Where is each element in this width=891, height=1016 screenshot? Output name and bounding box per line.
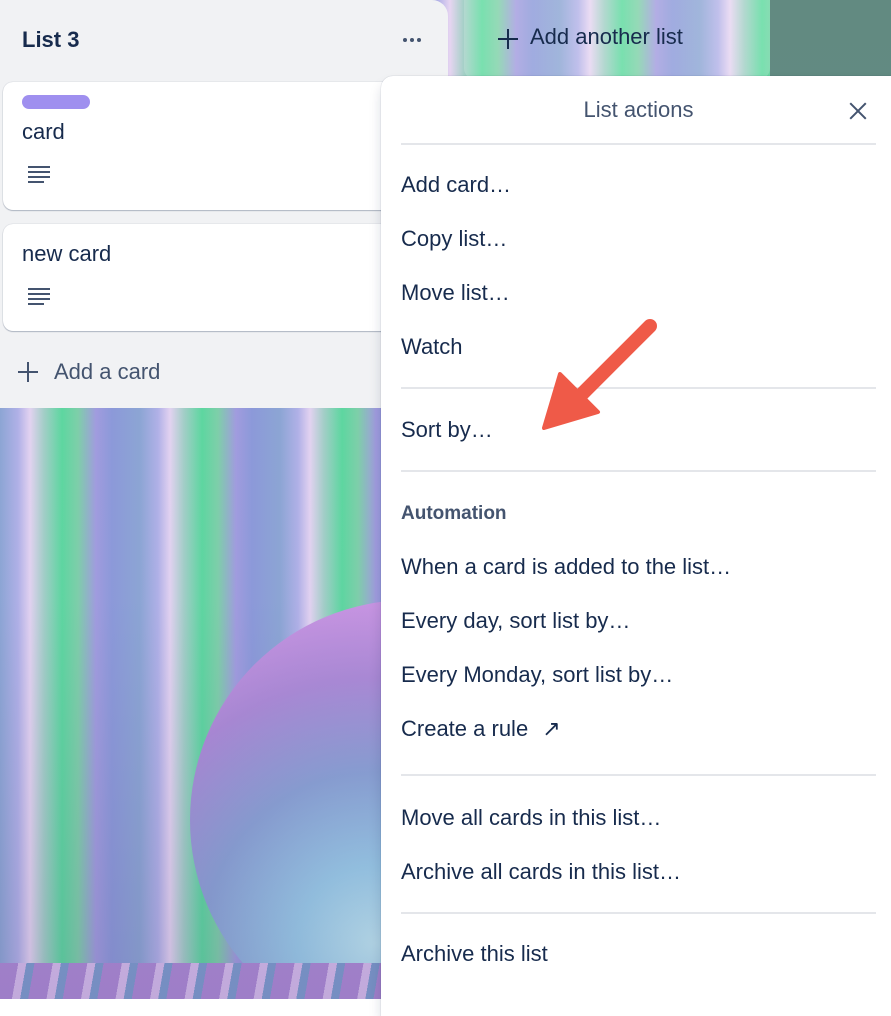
automation-heading: Automation	[401, 503, 507, 524]
menu-item-sort-by[interactable]: Sort by…	[401, 415, 493, 445]
list-menu-button[interactable]	[396, 24, 428, 56]
list-actions-popover: List actions Add card… Copy list… Move l…	[381, 76, 891, 1016]
menu-item-archive-all-cards[interactable]: Archive all cards in this list…	[401, 857, 681, 887]
close-icon[interactable]	[845, 98, 871, 124]
list-title[interactable]: List 3	[22, 22, 426, 58]
card-label[interactable]	[22, 95, 90, 109]
divider	[401, 470, 876, 472]
plus-icon	[498, 29, 518, 49]
menu-item-move-list[interactable]: Move list…	[401, 278, 510, 308]
divider	[401, 912, 876, 914]
divider	[401, 774, 876, 776]
add-another-list-button[interactable]: Add another list	[464, 0, 770, 80]
menu-item-copy-list[interactable]: Copy list…	[401, 224, 507, 254]
card-title: card	[22, 119, 65, 144]
create-rule-label: Create a rule	[401, 716, 529, 741]
list-header: List 3	[22, 22, 426, 58]
card-item[interactable]: card	[3, 82, 433, 210]
menu-item-archive-list[interactable]: Archive this list	[401, 939, 548, 969]
card-title: new card	[22, 241, 112, 266]
card-item[interactable]: new card	[3, 224, 433, 331]
external-link-icon: ↗	[542, 716, 561, 741]
add-card-label: Add a card	[54, 359, 161, 384]
popover-title: List actions	[583, 97, 694, 122]
menu-item-move-all-cards[interactable]: Move all cards in this list…	[401, 803, 661, 833]
plus-icon	[18, 362, 38, 382]
annotation-arrow	[542, 319, 657, 430]
menu-item-watch[interactable]: Watch	[401, 332, 463, 362]
add-card-button[interactable]: Add a card	[18, 352, 160, 392]
menu-item-daily-sort[interactable]: Every day, sort list by…	[401, 606, 630, 636]
menu-item-monday-sort[interactable]: Every Monday, sort list by…	[401, 660, 673, 690]
menu-item-add-card[interactable]: Add card…	[401, 170, 511, 200]
description-icon	[28, 166, 50, 184]
add-another-list-label: Add another list	[530, 24, 683, 49]
description-icon	[28, 288, 50, 306]
more-dots-icon	[403, 38, 407, 42]
divider	[401, 143, 876, 145]
menu-item-card-added-rule[interactable]: When a card is added to the list…	[401, 552, 731, 582]
menu-item-create-rule[interactable]: Create a rule ↗	[401, 714, 561, 744]
